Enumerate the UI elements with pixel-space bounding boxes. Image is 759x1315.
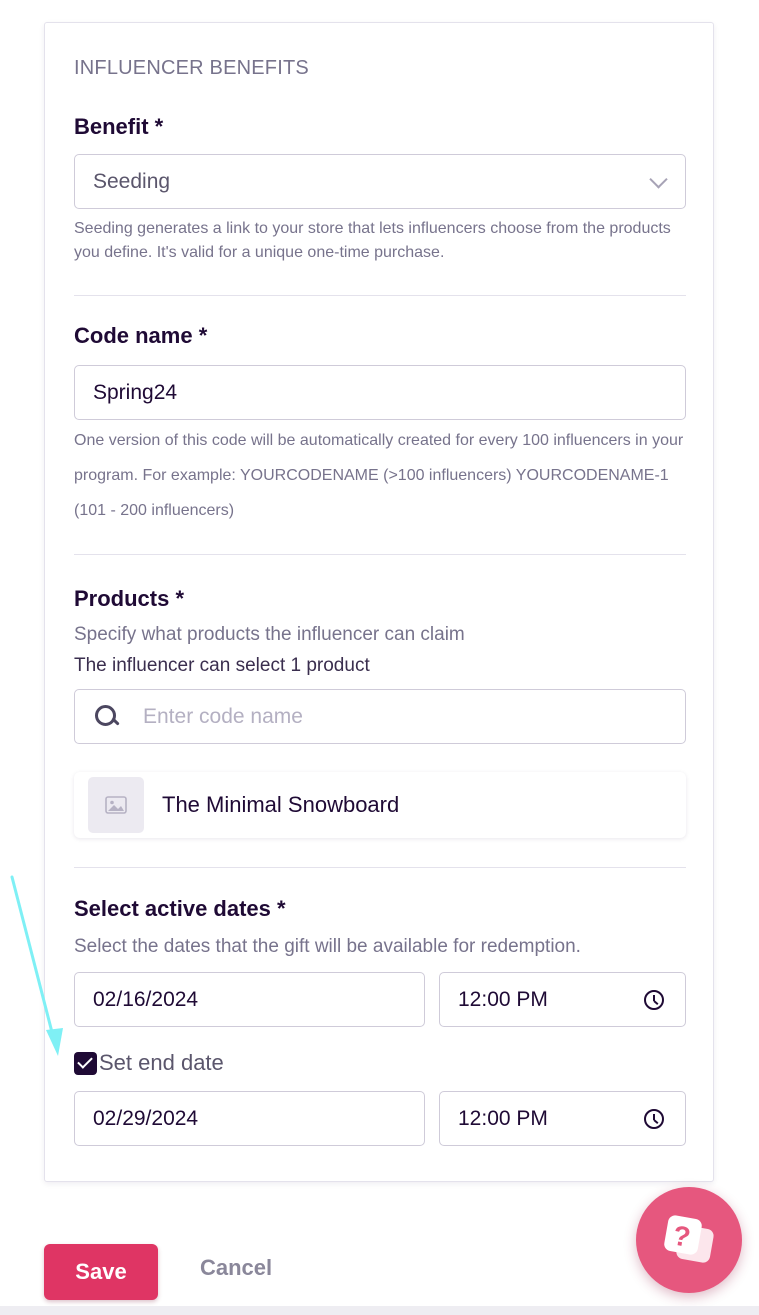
start-time-value: 12:00 PM <box>458 987 548 1011</box>
code-name-value: Spring24 <box>93 380 178 404</box>
cancel-button[interactable]: Cancel <box>200 1255 272 1281</box>
active-dates-label: Select active dates * <box>74 896 286 921</box>
set-end-date-row[interactable]: Set end date <box>74 1050 224 1076</box>
code-name-help-text: One version of this code will be automat… <box>74 432 684 519</box>
products-subtitle: Specify what products the influencer can… <box>74 624 465 645</box>
divider <box>74 554 686 555</box>
divider <box>74 867 686 868</box>
influencer-benefits-card: INFLUENCER BENEFITS Benefit * Seeding Se… <box>44 22 714 1182</box>
help-chat-button[interactable]: ? <box>636 1187 742 1293</box>
chevron-down-icon <box>649 169 668 189</box>
product-name: The Minimal Snowboard <box>162 792 400 817</box>
end-date-value: 02/29/2024 <box>93 1106 199 1130</box>
clock-icon[interactable] <box>644 1108 664 1129</box>
start-date-input[interactable]: 02/16/2024 <box>74 972 425 1027</box>
end-time-value: 12:00 PM <box>458 1106 548 1130</box>
start-time-input[interactable]: 12:00 PM <box>439 972 686 1027</box>
end-date-input[interactable]: 02/29/2024 <box>74 1091 425 1146</box>
benefit-selected-value: Seeding <box>93 169 171 193</box>
code-name-label: Code name * <box>74 323 208 348</box>
benefit-help-text: Seeding generates a link to your store t… <box>74 220 671 261</box>
section-title: INFLUENCER BENEFITS <box>74 57 309 79</box>
set-end-date-label[interactable]: Set end date <box>99 1050 224 1076</box>
product-list-item[interactable]: The Minimal Snowboard <box>74 772 686 838</box>
benefit-select[interactable]: Seeding <box>74 154 686 209</box>
divider <box>74 295 686 296</box>
code-name-input[interactable]: Spring24 <box>74 365 686 420</box>
active-dates-subtitle: Select the dates that the gift will be a… <box>74 936 581 957</box>
products-limit-text: The influencer can select 1 product <box>74 655 370 676</box>
save-button[interactable]: Save <box>44 1244 158 1300</box>
page: INFLUENCER BENEFITS Benefit * Seeding Se… <box>0 0 759 1315</box>
product-search-input[interactable] <box>143 704 685 729</box>
bottom-strip <box>0 1306 759 1315</box>
image-placeholder-icon <box>88 777 144 833</box>
search-icon <box>93 703 121 731</box>
products-label: Products * <box>74 586 185 611</box>
clock-icon[interactable] <box>644 989 664 1010</box>
product-search-field[interactable] <box>74 689 686 744</box>
help-question-icon: ? <box>664 1215 714 1263</box>
end-time-input[interactable]: 12:00 PM <box>439 1091 686 1146</box>
benefit-label: Benefit * <box>74 114 164 139</box>
set-end-date-checkbox[interactable] <box>74 1051 97 1075</box>
start-date-value: 02/16/2024 <box>93 987 199 1011</box>
